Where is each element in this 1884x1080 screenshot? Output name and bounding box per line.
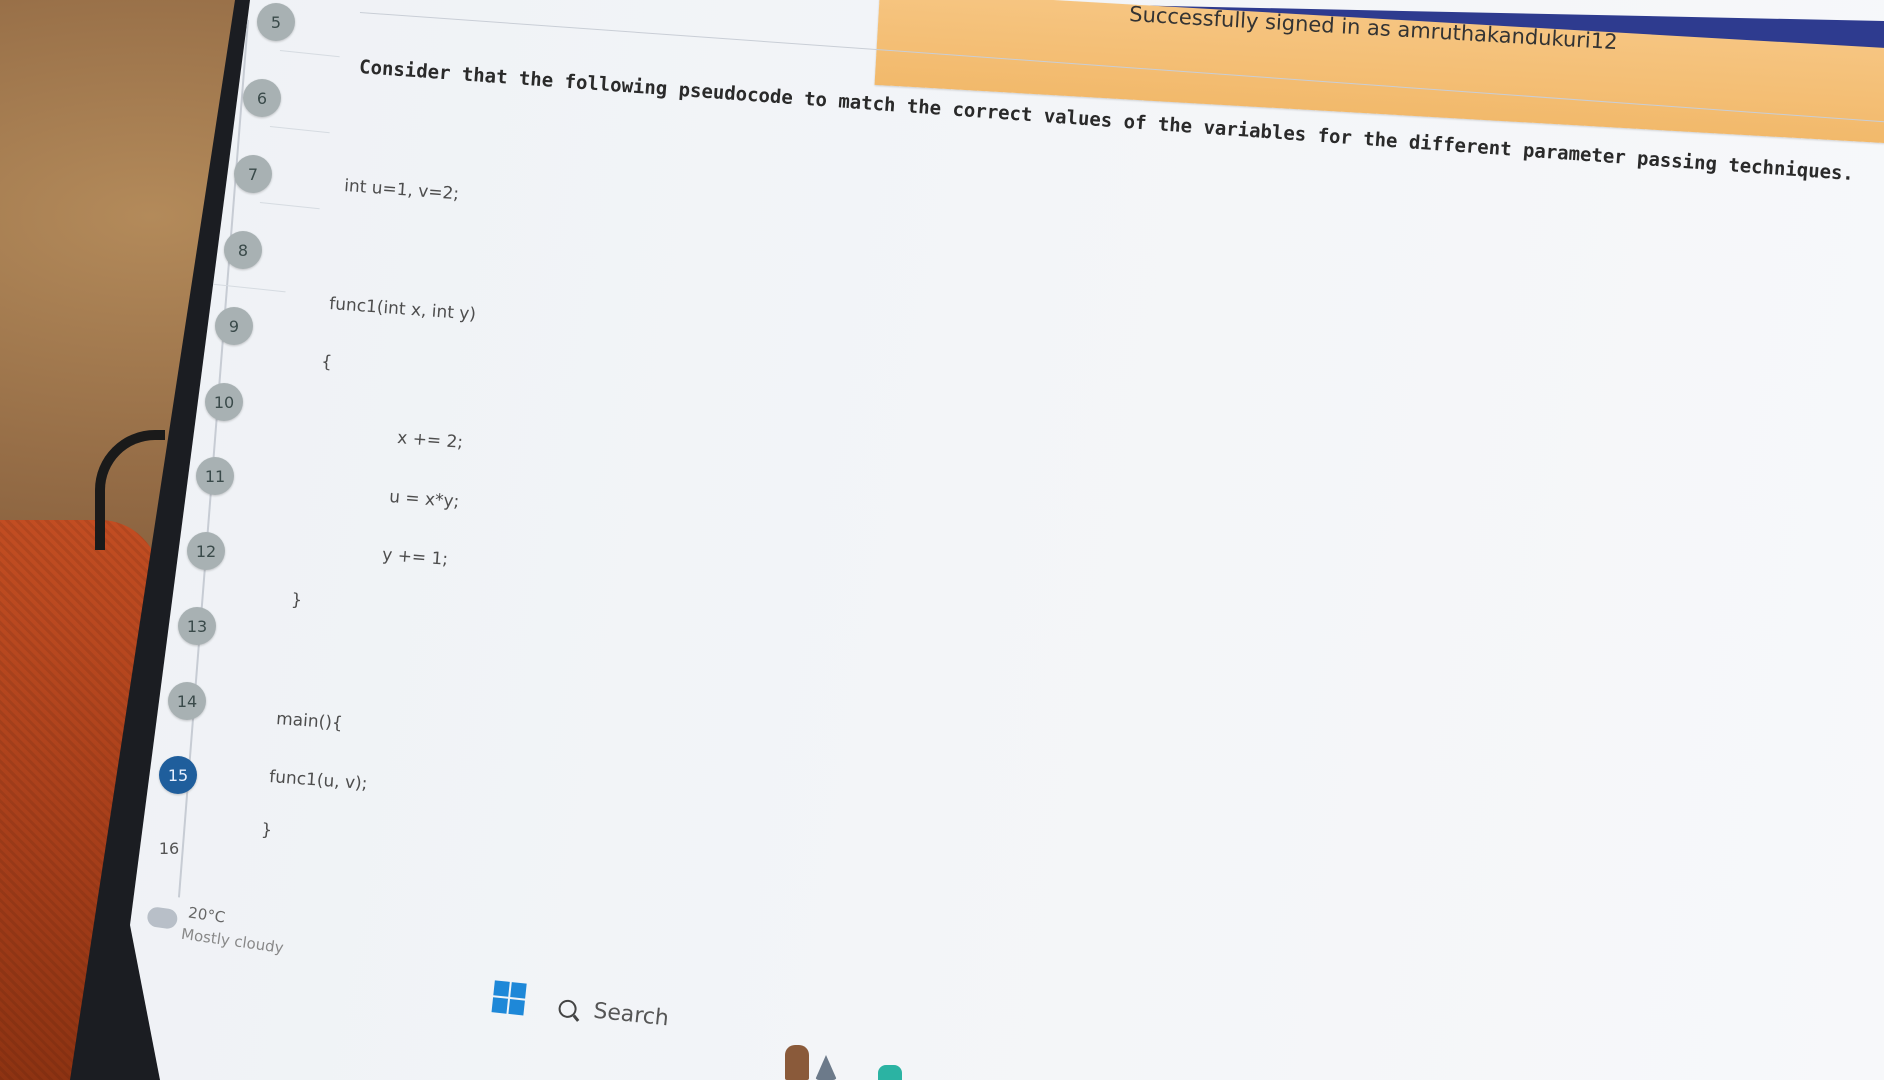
code-line: y += 1; [381, 545, 449, 570]
question-panel: Consider that the following pseudocode t… [130, 0, 1884, 1080]
windows-start-button[interactable] [491, 980, 528, 1017]
taskbar-app-icon[interactable] [785, 1045, 809, 1080]
windows-logo-icon [493, 980, 510, 997]
code-line: u = x*y; [388, 487, 460, 513]
code-line: func1(int x, int y) [328, 294, 477, 325]
code-line: int u=1, v=2; [343, 176, 460, 205]
code-line: { [320, 352, 333, 373]
laptop-screen: Successfully signed in as amruthakanduku… [130, 0, 1884, 1080]
code-line: x += 2; [396, 428, 464, 453]
code-line: main(){ [275, 709, 344, 734]
code-line: } [260, 820, 273, 841]
code-line: func1(u, v); [268, 767, 369, 795]
code-line: } [290, 590, 303, 611]
taskbar-app-icon[interactable] [878, 1065, 902, 1080]
question-text: Consider that the following pseudocode t… [358, 56, 1855, 186]
